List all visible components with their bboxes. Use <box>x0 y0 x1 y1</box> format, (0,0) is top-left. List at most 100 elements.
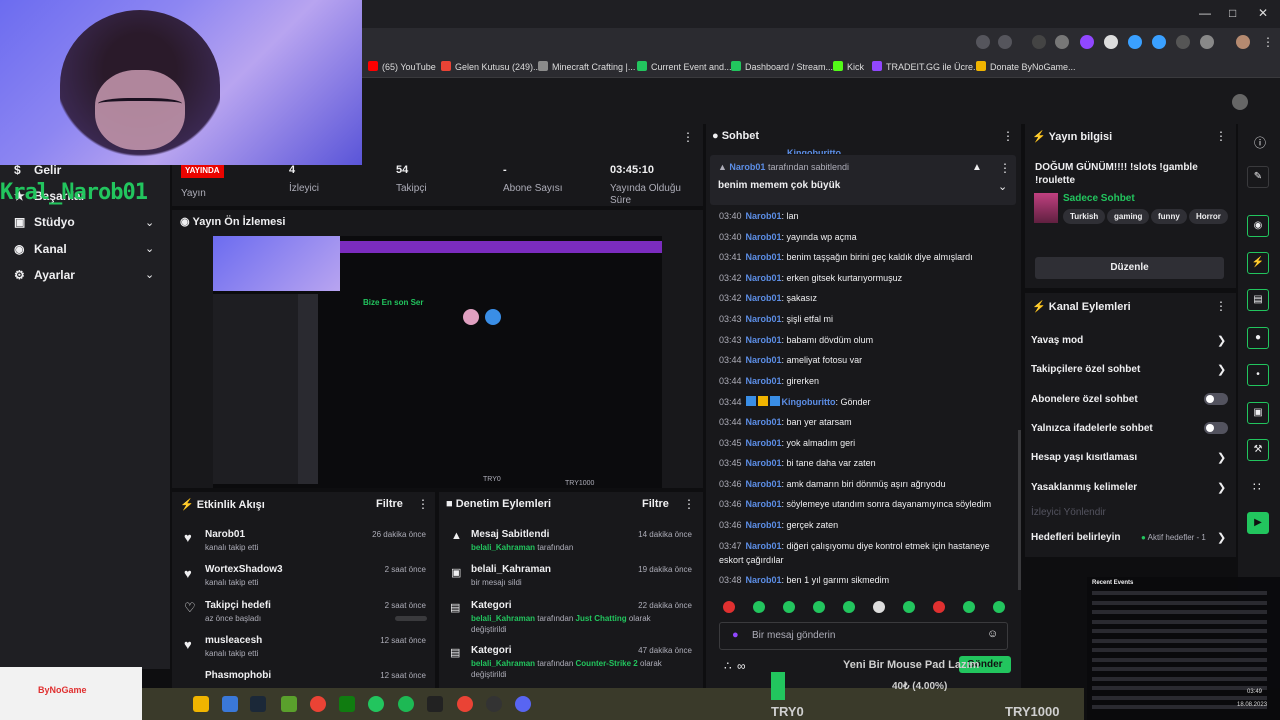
star-icon[interactable] <box>998 35 1012 49</box>
chat-username[interactable]: Narob01 <box>746 293 782 303</box>
emote-icon[interactable] <box>843 601 855 613</box>
chat-username[interactable]: Narob01 <box>746 417 782 427</box>
chat-username[interactable]: Narob01 <box>746 458 782 468</box>
bookmark-item[interactable]: Kick <box>833 61 864 72</box>
chat-username[interactable]: Narob01 <box>746 211 782 221</box>
more-vert-icon[interactable]: ⋮ <box>999 161 1011 175</box>
store-icon[interactable] <box>222 696 238 712</box>
chat-message[interactable]: 03:46 Narob01: amk damarın biri dönmüş aş… <box>719 479 946 489</box>
minimize-icon[interactable]: — <box>1199 6 1211 20</box>
extension-icon[interactable] <box>1152 35 1166 49</box>
bookmark-item[interactable]: Current Event and... <box>637 61 732 72</box>
document-icon[interactable]: ▤ <box>1247 289 1269 311</box>
emote-icon[interactable] <box>963 601 975 613</box>
chat-message[interactable]: 03:40 Narob01: yayında wp açma <box>719 232 857 242</box>
extension-icon[interactable] <box>1080 35 1094 49</box>
xbox-icon[interactable] <box>339 696 355 712</box>
chevron-right-icon[interactable]: ❯ <box>1217 363 1226 376</box>
extension-icon[interactable] <box>1032 35 1046 49</box>
extension-icon[interactable] <box>1128 35 1142 49</box>
chat-message[interactable]: 03:45 Narob01: bi tane daha var zaten <box>719 458 876 468</box>
broadcast-icon[interactable]: • <box>1247 364 1269 386</box>
chat-username[interactable]: Narob01 <box>746 541 782 551</box>
layout-icon[interactable]: ▣ <box>1247 402 1269 424</box>
activity-filter-button[interactable]: Filtre <box>376 498 403 510</box>
chevron-down-icon[interactable]: ⌄ <box>145 216 154 229</box>
bolt-icon[interactable]: ⚡ <box>1247 252 1269 274</box>
chat-message[interactable]: 03:48 Narob01: ben 1 yıl garımı sikmedim <box>719 575 889 585</box>
extension-icon[interactable] <box>1055 35 1069 49</box>
action-set-goals[interactable]: Hedefleri belirleyin <box>1031 532 1120 543</box>
discord-icon[interactable] <box>515 696 531 712</box>
mic-icon[interactable]: ● <box>732 629 739 641</box>
close-icon[interactable]: ✕ <box>1258 6 1268 20</box>
action-followers-only[interactable]: Takipçilere özel sohbet <box>1031 364 1140 375</box>
chat-message[interactable]: 03:46 Narob01: gerçek zaten <box>719 520 838 530</box>
chat-username[interactable]: Narob01 <box>746 499 782 509</box>
emote-icon[interactable] <box>813 601 825 613</box>
spotify-icon[interactable] <box>398 696 414 712</box>
action-banned-words[interactable]: Yasaklanmış kelimeler <box>1031 482 1137 493</box>
more-vert-icon[interactable]: ⋮ <box>417 497 429 511</box>
emoji-icon[interactable]: ☺ <box>987 628 998 640</box>
subs-only-toggle[interactable] <box>1204 393 1228 405</box>
more-vert-icon[interactable]: ⋮ <box>1215 129 1227 143</box>
emote-icon[interactable] <box>903 601 915 613</box>
epic-games-icon[interactable] <box>427 696 443 712</box>
more-vert-icon[interactable]: ⋮ <box>1002 129 1014 143</box>
chat-message[interactable]: 03:44 Narob01: ban yer atarsam <box>719 417 852 427</box>
emote-icon[interactable] <box>753 601 765 613</box>
infinity-icon[interactable]: ∞ <box>737 659 746 673</box>
chat-username[interactable]: Narob01 <box>746 376 782 386</box>
chat-message[interactable]: 03:45 Narob01: yok almadım geri <box>719 438 855 448</box>
chat-message[interactable]: 03:43 Narob01: babamı dövdüm olum <box>719 335 873 345</box>
nav-item-settings[interactable]: ⚙ Ayarlar <box>14 268 75 282</box>
chat-username[interactable]: Narob01 <box>746 438 782 448</box>
chat-message[interactable]: 03:41 Narob01: benim taşşağın birini geç … <box>719 252 973 262</box>
chrome-icon[interactable] <box>310 696 326 712</box>
puzzle-icon[interactable] <box>1200 35 1214 49</box>
chat-message[interactable]: 03:44 Kingoburitto: Gönder <box>719 396 871 407</box>
edit-icon[interactable]: ✎ <box>1247 166 1269 188</box>
obs-icon[interactable] <box>486 696 502 712</box>
chat-username[interactable]: Narob01 <box>746 575 782 585</box>
chevron-down-icon[interactable]: ⌄ <box>998 180 1007 193</box>
tag[interactable]: Turkish <box>1063 209 1106 224</box>
chat-message[interactable]: 03:42 Narob01: erken gitsek kurtarıyormuş… <box>719 273 902 283</box>
profile-avatar-icon[interactable] <box>1236 35 1250 49</box>
pin-icon[interactable]: ▲ <box>972 162 982 173</box>
wrench-icon[interactable]: ⚒ <box>1247 439 1269 461</box>
nav-item-channel[interactable]: ◉ Kanal <box>14 242 67 256</box>
chat-username[interactable]: Narob01 <box>746 520 782 530</box>
chevron-right-icon[interactable]: ❯ <box>1217 451 1226 464</box>
steam-icon[interactable] <box>250 696 266 712</box>
maximize-icon[interactable]: □ <box>1229 6 1236 20</box>
emote-icon[interactable] <box>873 601 885 613</box>
bookmark-item[interactable]: Gelen Kutusu (249)... <box>441 61 541 72</box>
chat-message[interactable]: 03:42 Narob01: şakasız <box>719 293 817 303</box>
action-slow-mode[interactable]: Yavaş mod <box>1031 335 1083 346</box>
emote-only-toggle[interactable] <box>1204 422 1228 434</box>
minecraft-icon[interactable] <box>281 696 297 712</box>
nav-item-studio[interactable]: ▣ Stüdyo <box>14 215 75 229</box>
chat-username[interactable]: Narob01 <box>746 335 782 345</box>
eye-off-icon[interactable] <box>976 35 990 49</box>
tag[interactable]: Horror <box>1189 209 1228 224</box>
more-vert-icon[interactable]: ⋮ <box>683 497 695 511</box>
more-vert-icon[interactable]: ⋮ <box>1215 299 1227 313</box>
chevron-right-icon[interactable]: ❯ <box>1217 481 1226 494</box>
extension-icon[interactable] <box>1104 35 1118 49</box>
chat-username[interactable]: Narob01 <box>746 314 782 324</box>
clapper-icon[interactable]: ▶ <box>1247 512 1269 534</box>
chat-message[interactable]: 03:44 Narob01: ameliyat fotosu var <box>719 355 862 365</box>
bookmark-item[interactable]: Donate ByNoGame... <box>976 61 1076 72</box>
chevron-right-icon[interactable]: ❯ <box>1217 334 1226 347</box>
emote-icon[interactable] <box>933 601 945 613</box>
nav-item-income[interactable]: $ Gelir <box>14 163 61 177</box>
bookmark-item[interactable]: Dashboard / Stream... <box>731 61 833 72</box>
chat-scrollbar[interactable] <box>1018 430 1021 590</box>
chat-username[interactable]: Narob01 <box>746 273 782 283</box>
action-account-age[interactable]: Hesap yaşı kısıtlaması <box>1031 452 1137 463</box>
chat-username[interactable]: Narob01 <box>746 232 782 242</box>
chat-message[interactable]: 03:40 Narob01: lan <box>719 211 799 221</box>
